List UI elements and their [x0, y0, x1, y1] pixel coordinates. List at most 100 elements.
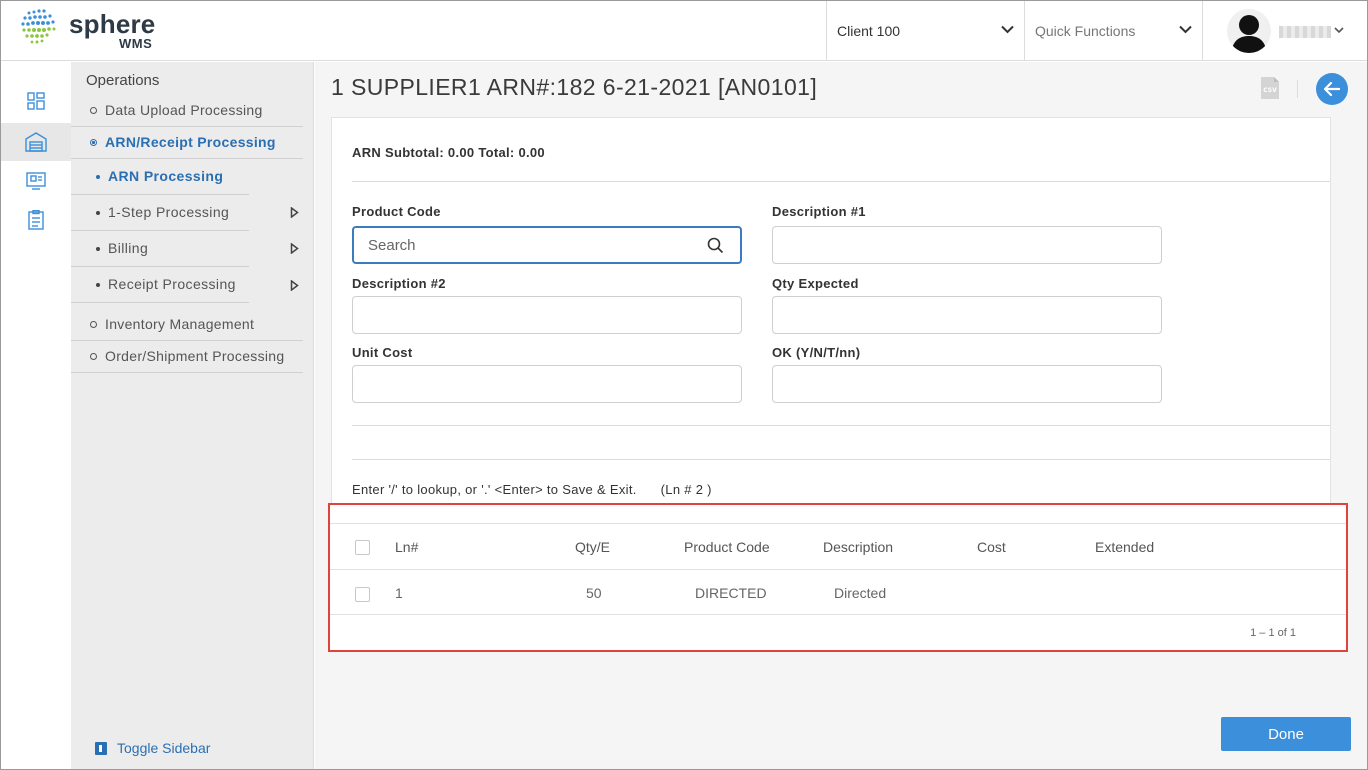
- circle-bullet-icon: [90, 321, 97, 328]
- username-redacted: [1279, 26, 1331, 38]
- page-title: 1 SUPPLIER1 ARN#:182 6-21-2021 [AN0101]: [331, 74, 818, 100]
- inventory-rail-button[interactable]: [1, 162, 71, 200]
- back-button[interactable]: [1316, 73, 1348, 105]
- client-select-value: Client 100: [837, 23, 901, 39]
- cell-product-code: DIRECTED: [695, 585, 767, 601]
- expand-arrow-icon[interactable]: [290, 207, 299, 218]
- sidebar-subitem-arn-processing[interactable]: ARN Processing: [71, 159, 249, 195]
- sidebar-item-data-upload[interactable]: Data Upload Processing: [71, 95, 303, 127]
- sidebar-subitem-label: 1-Step Processing: [108, 204, 230, 220]
- brand-sub: WMS: [119, 36, 153, 51]
- arrow-left-icon: [1324, 82, 1340, 96]
- sidebar-item-label: Data Upload Processing: [105, 102, 263, 118]
- line-number: (Ln # 2 ): [660, 482, 712, 497]
- top-header: sphere WMS Client 100 Quick Functions: [1, 1, 1367, 61]
- column-header-qty[interactable]: Qty/E: [575, 539, 610, 555]
- arn-lines-table: Ln# Qty/E Product Code Description Cost …: [328, 503, 1348, 652]
- warehouse-rail-button[interactable]: [1, 123, 71, 161]
- toggle-sidebar-button[interactable]: Toggle Sidebar: [95, 740, 210, 756]
- product-code-search-input[interactable]: Search: [352, 226, 742, 264]
- chevron-down-icon: [1001, 25, 1014, 34]
- description-2-input[interactable]: [352, 296, 742, 334]
- circle-bullet-icon: [90, 139, 97, 146]
- divider: [352, 459, 1330, 460]
- row-separator: [330, 569, 1346, 570]
- expand-arrow-icon[interactable]: [290, 280, 299, 291]
- arn-subtotal: ARN Subtotal: 0.00 Total: 0.00: [352, 145, 545, 160]
- column-header-cost[interactable]: Cost: [977, 539, 1006, 555]
- sidebar-item-label: Order/Shipment Processing: [105, 348, 285, 364]
- csv-icon-text: CSV: [1263, 87, 1277, 94]
- row-checkbox[interactable]: [355, 587, 370, 602]
- dot-bullet-icon: [96, 175, 100, 179]
- quick-functions-select[interactable]: Quick Functions: [1024, 1, 1202, 61]
- sidebar-item-inventory[interactable]: Inventory Management: [71, 309, 303, 341]
- orders-rail-button[interactable]: [1, 201, 71, 239]
- pagination-range: 1 – 1 of 1: [1250, 627, 1296, 639]
- circle-bullet-icon: [90, 353, 97, 360]
- divider: [352, 425, 1330, 426]
- sidebar: Operations Data Upload Processing ARN/Re…: [71, 62, 314, 769]
- sidebar-subitem-label: Receipt Processing: [108, 276, 236, 292]
- dot-bullet-icon: [96, 283, 100, 287]
- column-header-description[interactable]: Description: [823, 539, 893, 555]
- table-top-border: [330, 523, 1346, 524]
- column-header-ln[interactable]: Ln#: [395, 539, 418, 555]
- dot-bullet-icon: [96, 211, 100, 215]
- unit-cost-label: Unit Cost: [352, 345, 413, 360]
- row-separator: [330, 614, 1346, 615]
- user-menu[interactable]: [1202, 1, 1367, 61]
- chevron-down-icon: [1179, 25, 1192, 34]
- product-code-placeholder: Search: [368, 236, 416, 254]
- icon-rail: [1, 62, 71, 769]
- sidebar-toggle-icon: [95, 741, 107, 755]
- avatar: [1227, 9, 1271, 53]
- sidebar-subitem-label: Billing: [108, 240, 149, 256]
- ok-label: OK (Y/N/T/nn): [772, 345, 861, 360]
- search-icon[interactable]: [707, 237, 724, 254]
- sidebar-subitem-receipt-processing[interactable]: Receipt Processing: [71, 267, 249, 303]
- chevron-down-icon: [1334, 27, 1344, 34]
- cell-description: Directed: [834, 585, 887, 601]
- inventory-icon: [26, 172, 46, 190]
- sidebar-subitem-label: ARN Processing: [108, 168, 224, 184]
- sidebar-title: Operations: [86, 72, 160, 89]
- cell-qty: 50: [586, 585, 602, 601]
- column-header-extended[interactable]: Extended: [1095, 539, 1154, 555]
- user-silhouette-icon: [1231, 15, 1267, 53]
- main-content: 1 SUPPLIER1 ARN#:182 6-21-2021 [AN0101] …: [315, 62, 1367, 769]
- divider: [352, 181, 1330, 182]
- column-header-product-code[interactable]: Product Code: [684, 539, 770, 555]
- qty-expected-input[interactable]: [772, 296, 1162, 334]
- unit-cost-input[interactable]: [352, 365, 742, 403]
- expand-arrow-icon[interactable]: [290, 243, 299, 254]
- sidebar-subitem-1-step[interactable]: 1-Step Processing: [71, 195, 249, 231]
- globe-logo-icon: [21, 9, 56, 44]
- select-all-checkbox[interactable]: [355, 540, 370, 555]
- done-button[interactable]: Done: [1221, 717, 1351, 751]
- csv-export-icon[interactable]: CSV: [1260, 76, 1280, 100]
- sidebar-item-order-shipment[interactable]: Order/Shipment Processing: [71, 341, 303, 373]
- dashboard-icon: [27, 92, 45, 110]
- entry-hint: Enter '/' to lookup, or '.' <Enter> to S…: [352, 482, 712, 497]
- sidebar-item-arn-receipt[interactable]: ARN/Receipt Processing: [71, 127, 303, 159]
- qty-expected-label: Qty Expected: [772, 276, 859, 291]
- description-2-label: Description #2: [352, 276, 446, 291]
- description-1-input[interactable]: [772, 226, 1162, 264]
- sidebar-subitem-billing[interactable]: Billing: [71, 231, 249, 267]
- product-code-label: Product Code: [352, 204, 441, 219]
- description-1-label: Description #1: [772, 204, 866, 219]
- ok-input[interactable]: [772, 365, 1162, 403]
- sidebar-item-label: Inventory Management: [105, 316, 255, 332]
- dashboard-rail-button[interactable]: [1, 82, 71, 120]
- dot-bullet-icon: [96, 247, 100, 251]
- warehouse-icon: [25, 132, 47, 152]
- circle-bullet-icon: [90, 107, 97, 114]
- brand-logo[interactable]: sphere WMS: [19, 7, 169, 53]
- quick-functions-placeholder: Quick Functions: [1035, 23, 1136, 39]
- sidebar-item-label: ARN/Receipt Processing: [105, 134, 276, 150]
- entry-hint-text: Enter '/' to lookup, or '.' <Enter> to S…: [352, 482, 637, 497]
- header-divider: [1297, 80, 1298, 98]
- checklist-icon: [28, 210, 44, 230]
- client-select[interactable]: Client 100: [826, 1, 1024, 61]
